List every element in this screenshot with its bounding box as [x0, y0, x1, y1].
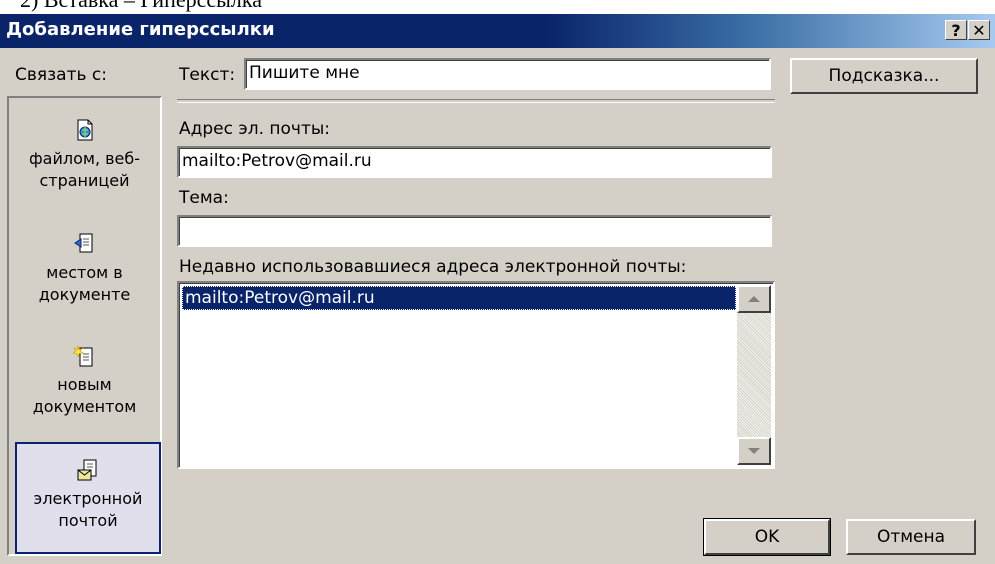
subject-input[interactable] — [177, 215, 772, 247]
ok-button[interactable]: OK — [703, 518, 831, 556]
vertical-scrollbar[interactable] — [737, 285, 771, 465]
link-item-place-line1: местом в — [46, 263, 123, 282]
document-fragment-text: 2) Вставка – Гиперссылка — [20, 0, 262, 13]
text-label: Текст: — [179, 65, 236, 85]
list-item[interactable]: mailto:Petrov@mail.ru — [182, 286, 736, 310]
screen-tip-button[interactable]: Подсказка... — [790, 58, 978, 94]
subject-label: Тема: — [179, 188, 229, 208]
link-item-place-line2: документе — [38, 285, 131, 304]
scroll-up-button[interactable] — [737, 285, 771, 313]
link-to-label: Связать с: — [15, 65, 107, 85]
link-item-email-line2: почтой — [58, 511, 118, 530]
link-item-email[interactable]: электронной почтой — [15, 442, 161, 554]
help-button[interactable]: ? — [945, 20, 967, 40]
web-page-icon — [73, 118, 97, 142]
link-item-place-in-document[interactable]: местом в документе — [9, 232, 160, 306]
scroll-down-button[interactable] — [737, 437, 771, 465]
recent-addresses-label: Недавно использовавшиеся адреса электрон… — [179, 257, 687, 277]
separator — [177, 99, 775, 103]
new-document-icon — [71, 344, 97, 368]
cancel-button[interactable]: Отмена — [846, 519, 976, 555]
email-icon — [76, 458, 100, 482]
document-place-icon — [73, 232, 97, 256]
link-item-web-page[interactable]: файлом, веб- страницей — [9, 118, 160, 192]
link-item-web-page-line1: файлом, веб- — [28, 149, 141, 168]
link-item-new-document[interactable]: новым документом — [9, 344, 160, 418]
close-button[interactable]: ✕ — [968, 20, 990, 40]
link-to-bar: файлом, веб- страницей местом в документ… — [7, 96, 162, 556]
display-text-input[interactable]: Пишите мне — [244, 58, 771, 90]
document-fragment: 2) Вставка – Гиперссылка — [0, 0, 995, 14]
email-address-input[interactable]: mailto:Petrov@mail.ru — [177, 146, 772, 178]
recent-addresses-list[interactable]: mailto:Petrov@mail.ru — [177, 281, 775, 469]
link-item-email-line1: электронной — [33, 489, 143, 508]
window-title: Добавление гиперссылки — [6, 19, 275, 40]
link-item-web-page-line2: страницей — [39, 171, 130, 190]
chevron-down-icon — [748, 448, 760, 454]
chevron-up-icon — [748, 296, 760, 302]
title-bar: Добавление гиперссылки ? ✕ — [0, 14, 995, 48]
link-item-new-line1: новым — [57, 375, 112, 394]
link-item-new-line2: документом — [32, 397, 137, 416]
email-address-label: Адрес эл. почты: — [179, 119, 330, 139]
